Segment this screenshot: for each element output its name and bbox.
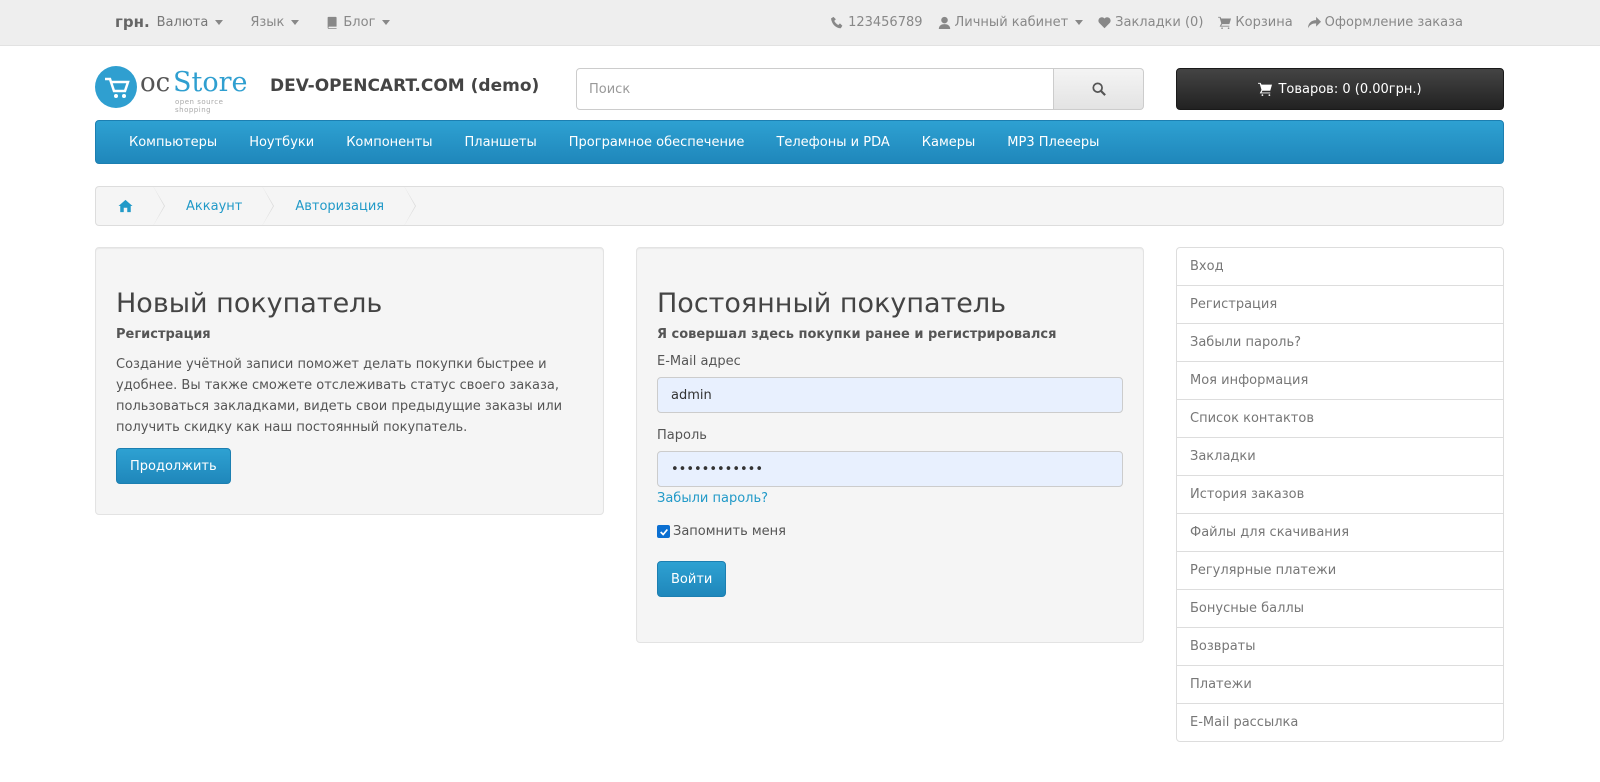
forgot-password-link[interactable]: Забыли пароль?	[657, 491, 1123, 506]
account-menu-transactions[interactable]: Платежи	[1176, 665, 1504, 704]
cart-label: Корзина	[1235, 14, 1293, 30]
account-dropdown[interactable]: Личный кабинет	[938, 15, 1084, 30]
user-icon	[938, 16, 950, 29]
logo-text-store: Store	[173, 67, 248, 98]
remember-me-checkbox[interactable]	[657, 525, 670, 538]
search-bar	[576, 68, 1144, 110]
account-menu: Вход Регистрация Забыли пароль? Моя инфо…	[1176, 247, 1504, 742]
heart-icon	[1098, 16, 1111, 28]
nav-item-software[interactable]: Програмное обеспечение	[569, 135, 745, 150]
cart-link[interactable]: Корзина	[1218, 14, 1293, 30]
account-menu-login[interactable]: Вход	[1176, 247, 1504, 286]
top-bar-right: 123456789 Личный кабинет Закладки (0) Ко…	[831, 0, 1463, 44]
checkout-link[interactable]: Оформление заказа	[1307, 14, 1463, 30]
new-customer-panel: Новый покупатель Регистрация Создание уч…	[95, 247, 604, 515]
continue-button[interactable]: Продолжить	[116, 448, 231, 484]
account-menu-returns[interactable]: Возвраты	[1176, 627, 1504, 666]
caret-down-icon	[1075, 19, 1084, 25]
search-button[interactable]	[1054, 68, 1144, 110]
new-customer-title: Новый покупатель	[116, 288, 383, 319]
wishlist-link[interactable]: Закладки (0)	[1098, 15, 1203, 30]
nav-item-computers[interactable]: Компьютеры	[129, 135, 217, 150]
new-customer-subtitle: Регистрация	[116, 327, 211, 342]
returning-customer-panel: Постоянный покупатель Я совершал здесь п…	[636, 247, 1144, 643]
account-menu-my-info[interactable]: Моя информация	[1176, 361, 1504, 400]
nav-item-mp3[interactable]: MP3 Плеееры	[1007, 135, 1099, 150]
cart-button[interactable]: Товаров: 0 (0.00грн.)	[1176, 68, 1504, 110]
home-icon	[118, 199, 133, 213]
remember-me-label: Запомнить меня	[673, 524, 787, 539]
language-dropdown[interactable]: Язык	[250, 14, 300, 30]
breadcrumb-home[interactable]	[96, 187, 165, 225]
account-menu-newsletter[interactable]: E-Mail рассылка	[1176, 703, 1504, 742]
returning-customer-title: Постоянный покупатель	[657, 288, 1007, 319]
account-menu-order-history[interactable]: История заказов	[1176, 475, 1504, 514]
site-logo[interactable]: oc Store open source shopping	[95, 66, 255, 114]
password-field[interactable]: ••••••••••••	[657, 451, 1123, 487]
account-menu-wishlist[interactable]: Закладки	[1176, 437, 1504, 476]
account-menu-address-book[interactable]: Список контактов	[1176, 399, 1504, 438]
blog-dropdown[interactable]: Блог	[326, 14, 391, 30]
search-input[interactable]	[576, 68, 1054, 110]
caret-down-icon	[291, 19, 300, 25]
top-bar: грн. Валюта Язык Блог 123456789 Личный к…	[0, 0, 1600, 46]
phone-link[interactable]: 123456789	[831, 14, 923, 30]
shopping-cart-icon	[1258, 82, 1273, 96]
nav-item-components[interactable]: Компоненты	[346, 135, 432, 150]
account-menu-reward-points[interactable]: Бонусные баллы	[1176, 589, 1504, 628]
main-nav: Компьютеры Ноутбуки Компоненты Планшеты …	[95, 120, 1504, 164]
top-bar-left: грн. Валюта Язык Блог	[115, 0, 391, 44]
search-icon	[1091, 82, 1106, 96]
caret-down-icon	[382, 19, 391, 25]
nav-item-laptops[interactable]: Ноутбуки	[249, 135, 314, 150]
account-menu-register[interactable]: Регистрация	[1176, 285, 1504, 324]
breadcrumb: Аккаунт Авторизация	[95, 186, 1504, 226]
nav-item-phones[interactable]: Телефоны и PDA	[776, 135, 889, 150]
email-field[interactable]: admin	[657, 377, 1123, 413]
language-label: Язык	[250, 14, 285, 30]
nav-item-cameras[interactable]: Камеры	[922, 135, 976, 150]
book-icon	[328, 16, 337, 29]
email-label: E-Mail адрес	[657, 354, 741, 369]
new-customer-description: Создание учётной записи поможет делать п…	[116, 357, 563, 435]
checkmark-icon	[659, 528, 668, 536]
caret-down-icon	[215, 19, 224, 25]
share-icon	[1307, 16, 1321, 28]
site-name: DEV-OPENCART.COM (demo)	[270, 76, 540, 96]
logo-tagline: open source shopping	[175, 98, 224, 114]
password-label: Пароль	[657, 428, 707, 443]
logo-cart-icon	[95, 66, 137, 108]
currency-dropdown[interactable]: грн. Валюта	[115, 13, 224, 31]
breadcrumb-login[interactable]: Авторизация	[262, 187, 416, 225]
remember-me: Запомнить меня	[657, 524, 1123, 539]
account-menu-recurring[interactable]: Регулярные платежи	[1176, 551, 1504, 590]
returning-customer-subtitle: Я совершал здесь покупки ранее и регистр…	[657, 327, 1057, 342]
phone-number: 123456789	[848, 14, 923, 30]
currency-label: Валюта	[156, 14, 209, 30]
phone-icon	[831, 16, 843, 28]
breadcrumb-account[interactable]: Аккаунт	[153, 187, 275, 225]
login-button[interactable]: Войти	[657, 561, 727, 597]
checkout-label: Оформление заказа	[1324, 14, 1463, 30]
nav-item-tablets[interactable]: Планшеты	[464, 135, 536, 150]
currency-symbol: грн.	[115, 13, 150, 31]
cart-button-label: Товаров: 0 (0.00грн.)	[1278, 81, 1422, 97]
blog-label: Блог	[343, 14, 376, 30]
account-menu-forgotten[interactable]: Забыли пароль?	[1176, 323, 1504, 362]
shopping-cart-icon	[1218, 16, 1232, 29]
account-label: Личный кабинет	[954, 14, 1069, 30]
account-menu-downloads[interactable]: Файлы для скачивания	[1176, 513, 1504, 552]
wishlist-label: Закладки (0)	[1115, 14, 1204, 30]
header: oc Store open source shopping DEV-OPENCA…	[0, 46, 1600, 121]
logo-text-oc: oc	[140, 68, 171, 98]
